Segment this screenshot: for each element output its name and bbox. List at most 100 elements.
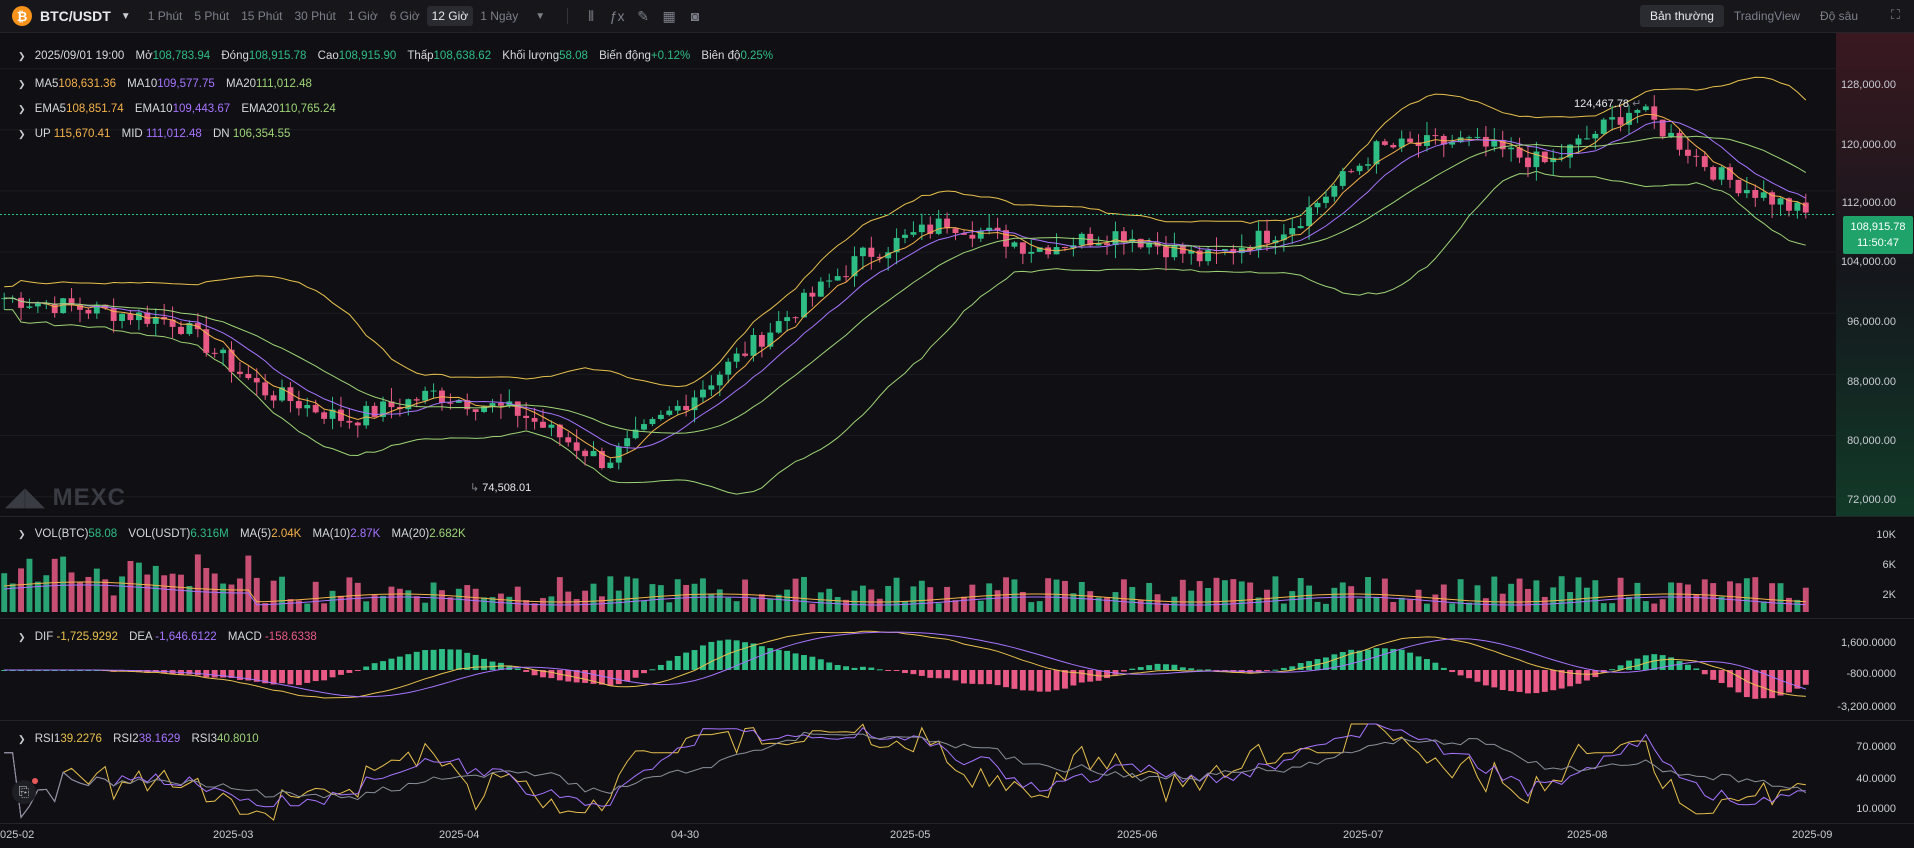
macd-bar	[354, 670, 361, 671]
volume-bar	[1230, 579, 1237, 612]
collapse-chevron-icon[interactable]: ❯	[18, 104, 26, 114]
volume-bar	[1558, 576, 1565, 612]
collapse-chevron-icon[interactable]: ❯	[18, 529, 26, 539]
candle-body	[1668, 132, 1675, 137]
macd-bar	[1684, 664, 1691, 670]
boll-lower-line	[4, 170, 1806, 495]
collapse-chevron-icon[interactable]: ❯	[18, 734, 26, 744]
candle-body	[1339, 171, 1346, 186]
candle-body	[1373, 141, 1380, 165]
volume-bar	[68, 572, 75, 612]
macd-bar	[1575, 670, 1582, 684]
x-tick: 2025-08	[1567, 829, 1608, 841]
candle-body	[1794, 202, 1801, 211]
collapse-chevron-icon[interactable]: ❯	[18, 79, 26, 89]
macd-bar	[329, 670, 336, 678]
price-tick: 128,000.00	[1840, 79, 1896, 91]
x-tick: 025-02	[0, 829, 35, 841]
collapse-chevron-icon[interactable]: ❯	[18, 632, 26, 642]
rsi-tick: 40.0000	[1856, 773, 1896, 785]
collapse-chevron-icon[interactable]: ❯	[18, 51, 26, 61]
volume-bar	[1684, 584, 1691, 612]
macd-bar	[792, 653, 799, 670]
price-tick: 72,000.00	[1847, 494, 1896, 506]
candle-body	[514, 401, 521, 416]
volume-bar	[203, 567, 210, 612]
macd-bar	[918, 670, 925, 676]
ema-legend[interactable]: ❯ EMA5108,851.74 EMA10109,443.67 EMA2011…	[18, 103, 344, 115]
candle-body	[666, 410, 673, 415]
candle-body	[1592, 133, 1599, 139]
volume-bar	[1019, 591, 1026, 612]
ma-legend[interactable]: ❯ MA5108,631.36 MA10109,577.75 MA20111,0…	[18, 78, 320, 90]
volume-bar	[590, 583, 597, 612]
volume-bar	[1120, 579, 1127, 612]
volume-legend[interactable]: ❯ VOL(BTC)58.08 VOL(USDT)6.316M MA(5)2.0…	[18, 528, 474, 540]
candle-body	[944, 218, 951, 229]
volume-bar	[700, 578, 706, 612]
volume-bar	[93, 568, 100, 612]
ohlc-open: 108,783.94	[152, 50, 211, 62]
macd-tick: 1,600.0000	[1840, 637, 1896, 649]
candle-body	[1735, 179, 1742, 194]
volume-bar	[481, 597, 488, 612]
macd-bar	[1634, 658, 1641, 670]
volume-bar	[1415, 589, 1422, 612]
candle-body	[935, 218, 942, 234]
volume-bar	[868, 589, 875, 612]
candle-body	[1432, 135, 1439, 137]
candle-body	[211, 352, 218, 354]
volume-bar	[893, 577, 900, 612]
boll-legend[interactable]: ❯ UP 115,670.41 MID 111,012.48 DN 106,35…	[18, 128, 298, 140]
macd-bar	[1415, 656, 1422, 670]
volume-bar	[1457, 579, 1464, 612]
macd-bar	[430, 649, 437, 670]
candle-body	[1701, 156, 1708, 168]
candle-body	[700, 389, 706, 398]
macd-bar	[910, 670, 917, 675]
candle-body	[1348, 171, 1355, 173]
volume-bar	[1087, 591, 1094, 612]
macd-bar	[304, 670, 311, 683]
macd-bar	[1407, 652, 1414, 670]
pane-divider-rsi[interactable]	[0, 720, 1914, 721]
volume-bar	[1247, 582, 1254, 612]
candle-body	[1390, 144, 1397, 148]
pane-divider-volume[interactable]	[0, 516, 1914, 517]
candle-body	[1525, 157, 1531, 168]
volume-bar	[801, 576, 807, 612]
x-tick: 04-30	[671, 829, 700, 841]
volume-bar	[1154, 594, 1161, 612]
rsi-legend[interactable]: ❯ RSI139.2276 RSI238.1629 RSI340.8010	[18, 733, 267, 745]
volume-tick: 2K	[1882, 589, 1896, 601]
macd-bar	[691, 650, 698, 670]
volume-bar	[1011, 579, 1018, 612]
macd-bar	[346, 670, 353, 673]
candle-body	[565, 437, 572, 443]
arrow-icon: ↵	[1632, 98, 1642, 110]
macd-bar	[1062, 670, 1068, 689]
macd-bar	[1272, 669, 1279, 671]
candle-body	[1508, 147, 1515, 150]
volume-bar	[312, 581, 319, 612]
macd-bar	[1651, 654, 1658, 670]
pane-divider-macd[interactable]	[0, 618, 1914, 619]
macd-bar	[758, 646, 765, 670]
candle-body	[1196, 250, 1203, 262]
candle-body	[1684, 149, 1691, 156]
macd-bar	[556, 670, 563, 681]
volume-bar	[1112, 592, 1119, 612]
chart-settings-icon[interactable]: ⎘	[12, 778, 38, 804]
volume-bar	[733, 601, 740, 612]
macd-legend[interactable]: ❯ DIF -1,725.9292 DEA -1,646.6122 MACD -…	[18, 631, 325, 643]
volume-bar	[977, 600, 984, 612]
candle-body	[540, 421, 546, 428]
macd-bar	[649, 669, 656, 671]
macd-bar	[801, 655, 807, 670]
macd-bar	[1146, 665, 1153, 670]
macd-bar	[1541, 670, 1548, 692]
candle-body	[1617, 117, 1624, 125]
collapse-chevron-icon[interactable]: ❯	[18, 129, 26, 139]
volume-bar	[1592, 580, 1599, 612]
macd-bar	[624, 670, 631, 682]
